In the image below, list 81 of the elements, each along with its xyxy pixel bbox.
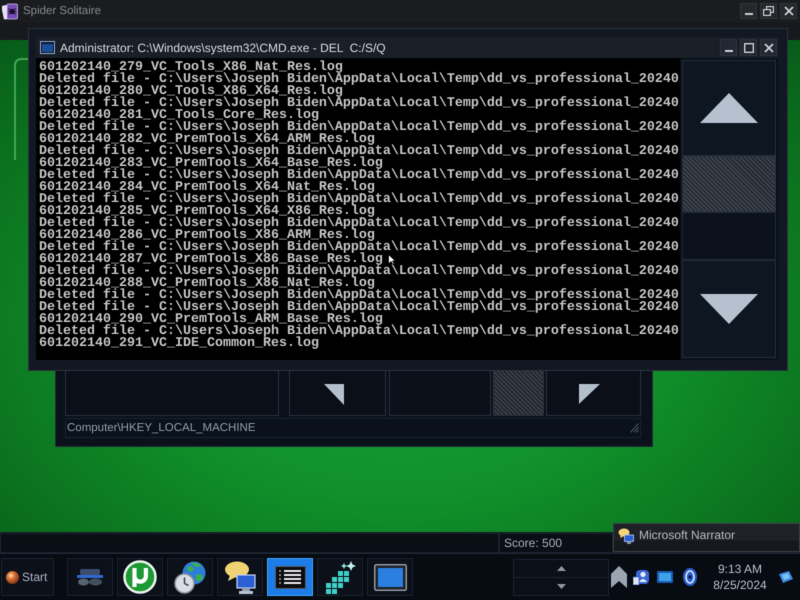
window-preview[interactable]: Microsoft Narrator <box>613 523 800 552</box>
window-title: Administrator: C:\Windows\system32\CMD.exe - DEL C:/S/Q <box>60 40 387 54</box>
tile-icon[interactable] <box>779 571 793 583</box>
console-line: 601202140_282_VC_PremTools_X64_ARM_Res.log <box>39 134 375 146</box>
down-triangle-icon <box>556 584 566 589</box>
restore-button[interactable] <box>760 3 777 19</box>
resize-grip-icon <box>630 423 639 433</box>
console-line: 601202140_279_VC_Tools_X86_Nat_Res.log <box>39 62 343 74</box>
console-line: Deleted file - C:\Users\Joseph Biden\AppData\Local\Temp\dd_vs_professional_20240 <box>39 266 679 278</box>
scrollbar-track[interactable] <box>682 212 776 260</box>
scrollbar-track[interactable] <box>389 371 491 416</box>
chat-computer-icon <box>618 528 634 544</box>
taskbar-button[interactable] <box>317 558 363 596</box>
window-title: Spider Solitaire <box>23 5 102 17</box>
taskbar-button[interactable] <box>217 558 263 596</box>
mouse-pointer-icon <box>388 254 396 265</box>
disc-icon[interactable] <box>683 568 697 586</box>
taskbar-button[interactable] <box>167 558 213 596</box>
close-button[interactable] <box>780 3 797 19</box>
up-triangle-icon <box>556 566 566 571</box>
maximize-button[interactable] <box>740 39 757 56</box>
console-line: 601202140_280_VC_Tools_X86_X64_Res.log <box>39 86 343 98</box>
console-line: Deleted file - C:\Users\Joseph Biden\AppData\Local\Temp\dd_vs_professional_20240 <box>39 170 679 182</box>
list-icon <box>274 566 306 588</box>
close-icon <box>764 42 774 52</box>
console-line: 601202140_281_VC_Tools_Core_Res.log <box>39 110 319 122</box>
console-line: 601202140_287_VC_PremTools_X86_Base_Res.log <box>39 254 383 266</box>
console-line: 601202140_290_VC_PremTools_ARM_Base_Res.log <box>39 314 383 326</box>
terminal-icon <box>40 41 55 54</box>
maximize-icon <box>744 42 754 52</box>
card-icon <box>2 2 18 20</box>
start-button[interactable]: Start <box>1 558 54 596</box>
console-line: Deleted file - C:\Users\Joseph Biden\AppData\Local\Temp\dd_vs_professional_20240 <box>39 218 679 230</box>
clock-date: 8/25/2024 <box>713 578 767 592</box>
close-icon <box>784 6 794 16</box>
screen-icon[interactable] <box>657 571 673 583</box>
minimize-icon <box>744 13 752 15</box>
scroll-left-button[interactable] <box>289 371 386 416</box>
taskbar-button[interactable] <box>117 558 163 596</box>
down-arrow-icon <box>700 294 758 324</box>
score-text: Score: 500 <box>504 536 562 550</box>
right-arrow-icon <box>579 384 600 404</box>
scrollbar-thumb[interactable] <box>682 156 776 212</box>
console-line: Deleted file - C:\Users\Joseph Biden\AppData\Local\Temp\dd_vs_professional_20240 <box>39 74 679 86</box>
scroll-down-button[interactable] <box>682 260 776 358</box>
taskbar-button[interactable] <box>367 558 413 596</box>
left-arrow-icon <box>324 384 344 404</box>
console-line: 601202140_291_VC_IDE_Common_Res.log <box>39 338 319 350</box>
up-chevron-icon[interactable] <box>611 566 627 588</box>
globe-clock-icon <box>174 560 206 594</box>
minimize-button[interactable] <box>720 39 737 56</box>
scroll-right-button[interactable] <box>546 371 641 416</box>
chat-computer-icon <box>224 560 256 594</box>
restore-icon <box>763 6 774 16</box>
status-text: Computer\HKEY_LOCAL_MACHINE <box>67 422 256 434</box>
console-line: Deleted file - C:\Users\Joseph Biden\AppData\Local\Temp\dd_vs_professional_20240 <box>39 98 679 110</box>
scrollbar-thumb[interactable] <box>493 371 544 416</box>
console-line: Deleted file - C:\Users\Joseph Biden\AppData\Local\Temp\dd_vs_professional_20240 <box>39 242 679 254</box>
up-arrow-icon <box>700 93 758 123</box>
console-line: Deleted file - C:\Users\Joseph Biden\AppData\Local\Temp\dd_vs_professional_20240 <box>39 194 679 206</box>
console-line: Deleted file - C:\Users\Joseph Biden\AppData\Local\Temp\dd_vs_professional_20240 <box>39 146 679 158</box>
minimize-button[interactable] <box>740 3 757 19</box>
taskbar-button[interactable] <box>267 558 313 596</box>
console-line: 601202140_285_VC_PremTools_X64_X86_Res.log <box>39 206 375 218</box>
person-icon[interactable] <box>633 569 649 585</box>
close-button[interactable] <box>760 39 777 56</box>
cubes-icon <box>324 560 356 594</box>
device-icon <box>77 568 103 586</box>
circle-logo-icon <box>123 560 157 594</box>
minimize-icon <box>724 50 732 52</box>
clock-time: 9:13 AM <box>718 562 762 576</box>
console-line: Deleted file - C:\Users\Joseph Biden\AppData\Local\Temp\dd_vs_professional_20240 <box>39 326 679 338</box>
monitor-icon <box>374 564 406 590</box>
console-line: Deleted file - C:\Users\Joseph Biden\AppData\Local\Temp\dd_vs_professional_20240 <box>39 302 679 314</box>
console-line: 601202140_288_VC_PremTools_X86_Nat_Res.log <box>39 278 375 290</box>
orb-icon <box>6 570 19 584</box>
console-line: Deleted file - C:\Users\Joseph Biden\AppData\Local\Temp\dd_vs_professional_20240 <box>39 122 679 134</box>
scroll-up-button[interactable] <box>682 60 776 156</box>
console-line: 601202140_283_VC_PremTools_X64_Base_Res.log <box>39 158 383 170</box>
console-line: 601202140_284_VC_PremTools_X64_Nat_Res.log <box>39 182 375 194</box>
console-line: 601202140_286_VC_PremTools_X86_ARM_Res.log <box>39 230 375 242</box>
